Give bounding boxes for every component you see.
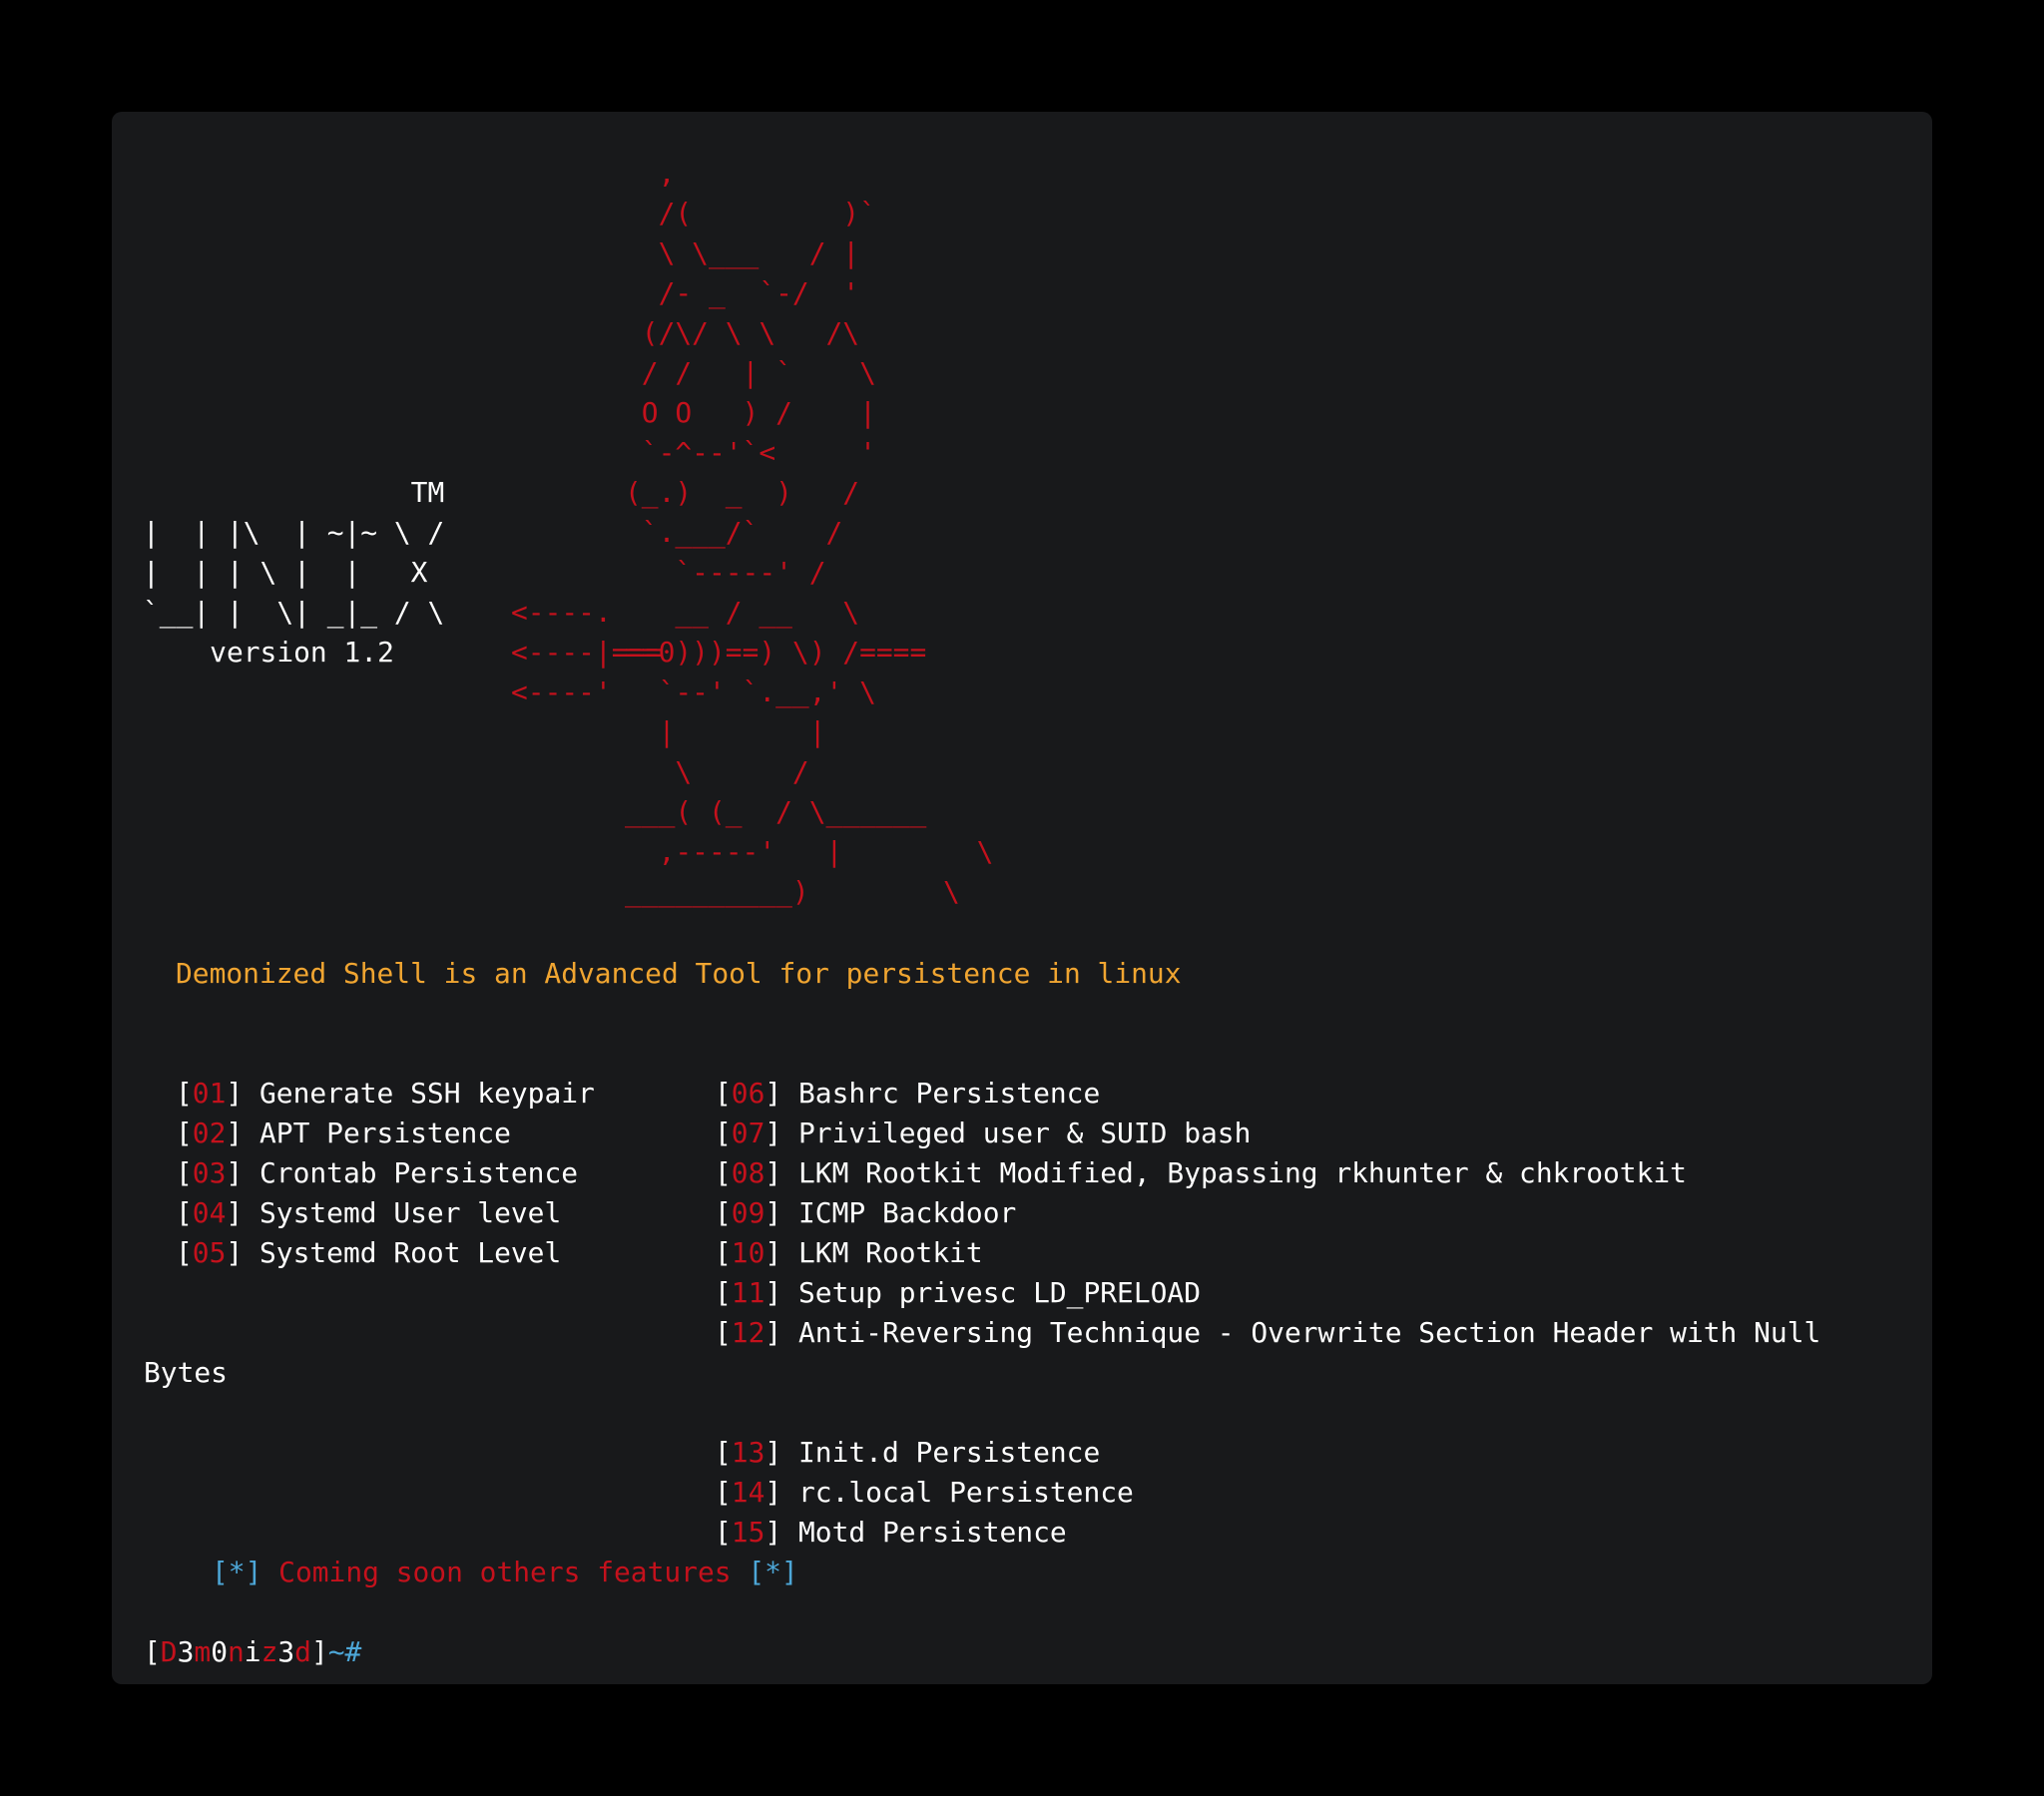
menu-item: [11] Setup privesc LD_PRELOAD [715,1276,1201,1309]
menu-item: [03] Crontab Persistence [176,1156,579,1189]
arrows-ascii: <----. <----|=== <----' [511,596,663,708]
menu-item: [02] APT Persistence [176,1117,511,1149]
menu-item: [04] Systemd User level [176,1196,562,1229]
menu-item: [05] Systemd Root Level [176,1236,562,1269]
menu-item: [07] Privileged user & SUID bash [715,1117,1252,1149]
shell-prompt[interactable]: [D3m0niz3d]~# [144,1632,361,1672]
menu-right-column: [06] Bashrc Persistence [07] Privileged … [715,1074,1820,1553]
menu-item: [01] Generate SSH keypair [176,1077,595,1110]
coming-soon-text: Coming soon others features [278,1556,732,1588]
menu-item: [15] Motd Persistence [715,1516,1067,1549]
menu-item: [14] rc.local Persistence [715,1476,1134,1509]
demon-ascii-art: , /( )` \ \___ / | /- _ `-/ ' (/\/ \ \ /… [625,157,994,908]
unix-logo-ascii: TM | | |\ | ~|~ \ / | | | \ | | X `__| |… [143,476,445,669]
terminal-window[interactable]: , /( )` \ \___ / | /- _ `-/ ' (/\/ \ \ /… [112,112,1932,1684]
menu-left-column: [01] Generate SSH keypair [02] APT Persi… [176,1074,595,1273]
menu-item: [09] ICMP Backdoor [715,1196,1017,1229]
wrapped-text-tail: Bytes [144,1356,228,1389]
menu-item: [08] LKM Rootkit Modified, Bypassing rkh… [715,1156,1687,1189]
menu-item: [13] Init.d Persistence [715,1436,1101,1469]
menu-item: [10] LKM Rootkit [715,1236,983,1269]
menu-item: [12] Anti-Reversing Technique - Overwrit… [715,1316,1821,1349]
menu-item: [06] Bashrc Persistence [715,1077,1101,1110]
asterisk-marker: [*] [748,1556,798,1588]
coming-soon-line: [*] Coming soon others features [*] [212,1553,798,1592]
tagline: Demonized Shell is an Advanced Tool for … [176,957,1182,990]
asterisk-marker: [*] [212,1556,262,1588]
